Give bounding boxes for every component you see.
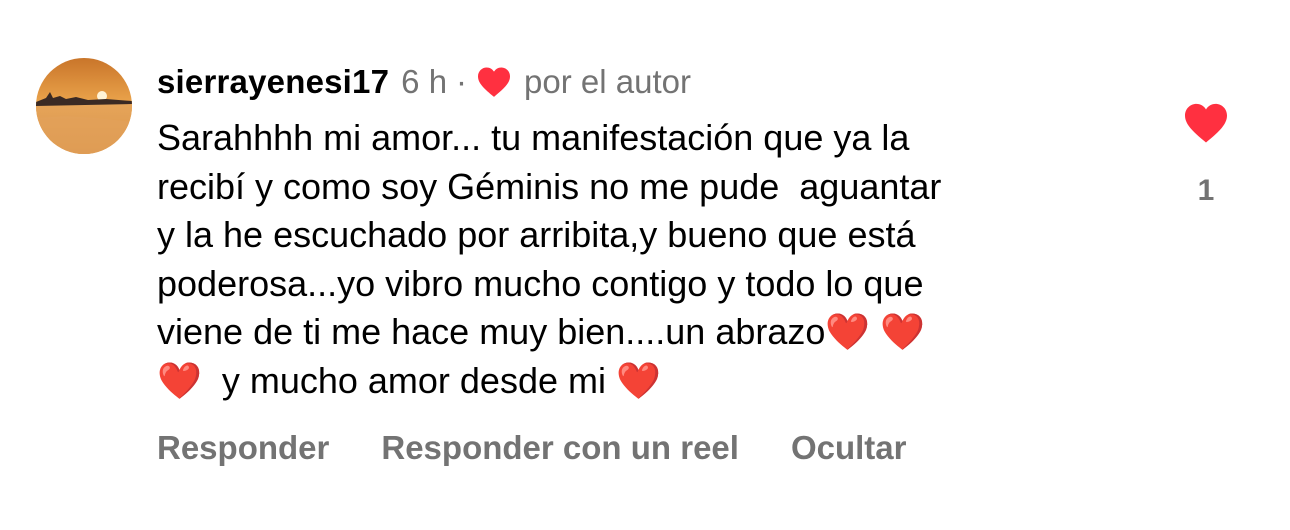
hide-button[interactable]: Ocultar xyxy=(791,429,907,467)
username-link[interactable]: sierrayenesi17 xyxy=(157,63,389,101)
liked-by-author-label: por el autor xyxy=(524,63,691,100)
comment: sierrayenesi17 6 h · por el autor Sarahh… xyxy=(0,0,1290,530)
reply-with-reel-button[interactable]: Responder con un reel xyxy=(381,429,739,467)
comment-text: Sarahhhh mi amor... tu manifestación que… xyxy=(157,117,942,401)
heart-icon[interactable] xyxy=(1183,102,1229,144)
avatar[interactable] xyxy=(36,58,132,154)
separator-dot: · xyxy=(456,63,468,100)
avatar-image xyxy=(36,58,132,154)
like-count[interactable]: 1 xyxy=(1170,174,1242,208)
comment-actions: Responder Responder con un reel Ocultar xyxy=(157,424,907,472)
timestamp[interactable]: 6 h xyxy=(401,63,447,101)
comment-header: sierrayenesi17 6 h · por el autor xyxy=(157,58,691,106)
like-button[interactable] xyxy=(1183,102,1229,144)
reply-button[interactable]: Responder xyxy=(157,429,329,467)
heart-icon xyxy=(476,66,512,98)
like-column: 1 xyxy=(1170,102,1242,208)
